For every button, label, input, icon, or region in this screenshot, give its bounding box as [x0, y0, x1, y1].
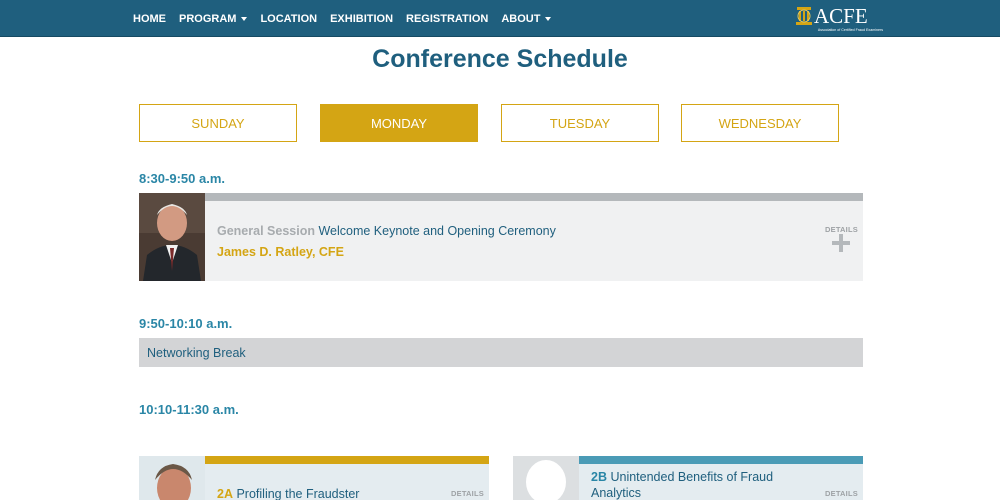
speaker-name[interactable]: James D. Ratley, CFE [217, 245, 344, 259]
logo-subtitle: Association of Certified Fraud Examiners [817, 28, 883, 32]
nav-home[interactable]: HOME [133, 13, 166, 25]
logo-text: ACFE [814, 4, 868, 28]
tab-tuesday-label: TUESDAY [549, 115, 611, 131]
avatar-placeholder-icon [513, 456, 579, 500]
session-title-text: Unintended Benefits of Fraud Analytics [591, 470, 774, 500]
acfe-emblem-icon [796, 7, 812, 25]
session-title-text: Profiling the Fraudster [236, 487, 360, 500]
nav-about[interactable]: ABOUT [501, 12, 552, 25]
details-button[interactable]: DETAILS [825, 489, 858, 498]
speaker-photo-placeholder [513, 456, 579, 500]
nav-exhibition-label: EXHIBITION [330, 12, 394, 25]
chevron-down-icon [241, 16, 248, 21]
tab-monday-label: MONDAY [370, 115, 428, 131]
details-button[interactable]: DETAILS [451, 489, 484, 498]
speaker-photo [139, 456, 205, 500]
networking-break-bar: Networking Break [139, 338, 863, 367]
speaker-portrait [139, 456, 205, 500]
time-slot-heading: 8:30-9:50 a.m. [139, 171, 225, 186]
page-title: Conference Schedule [372, 45, 628, 73]
session-bar [205, 456, 489, 464]
time-slot-heading: 9:50-10:10 a.m. [139, 316, 233, 331]
time-slot-heading: 10:10-11:30 a.m. [139, 402, 239, 417]
details-button[interactable]: DETAILS [825, 225, 858, 252]
nav-location-label: LOCATION [260, 12, 318, 25]
session-title-text: Welcome Keynote and Opening Ceremony [318, 224, 556, 238]
plus-icon [832, 234, 851, 252]
session-code: 2A [217, 487, 233, 500]
tab-sunday[interactable]: SUNDAY [139, 104, 297, 142]
speaker-portrait [139, 193, 205, 281]
details-label: DETAILS [451, 489, 484, 498]
session-title[interactable]: 2A Profiling the Fraudster [217, 486, 359, 500]
nav-exhibition[interactable]: EXHIBITION [330, 13, 393, 25]
nav-home-label: HOME [133, 12, 166, 25]
session-bar [139, 193, 863, 201]
tab-wednesday[interactable]: WEDNESDAY [681, 104, 839, 142]
tab-monday[interactable]: MONDAY [320, 104, 478, 142]
session-card-2a[interactable]: 2A Profiling the Fraudster DETAILS [139, 456, 489, 500]
nav-registration-label: REGISTRATION [406, 12, 489, 25]
session-code: 2B [591, 470, 607, 484]
tab-wednesday-label: WEDNESDAY [718, 115, 802, 131]
nav-program[interactable]: PROGRAM [179, 12, 248, 25]
acfe-logo[interactable]: ACFE Association of Certified Fraud Exam… [793, 3, 883, 35]
details-label: DETAILS [825, 489, 858, 498]
main-nav: HOME PROGRAM LOCATION EXHIBITION REGISTR… [133, 0, 564, 37]
session-title[interactable]: General Session Welcome Keynote and Open… [217, 224, 556, 238]
details-label: DETAILS [825, 225, 858, 234]
nav-program-label: PROGRAM [179, 12, 237, 25]
nav-registration[interactable]: REGISTRATION [406, 13, 488, 25]
session-bar [579, 456, 863, 464]
nav-location[interactable]: LOCATION [260, 13, 317, 25]
session-title[interactable]: 2B Unintended Benefits of Fraud Analytic… [591, 469, 821, 500]
top-nav-bar: HOME PROGRAM LOCATION EXHIBITION REGISTR… [0, 0, 1000, 37]
session-card-2b[interactable]: 2B Unintended Benefits of Fraud Analytic… [513, 456, 863, 500]
session-type: General Session [217, 224, 315, 238]
speaker-photo [139, 193, 205, 281]
session-card-keynote[interactable]: General Session Welcome Keynote and Open… [139, 193, 863, 281]
tab-tuesday[interactable]: TUESDAY [501, 104, 659, 142]
chevron-down-icon [545, 16, 552, 21]
break-label: Networking Break [147, 345, 246, 360]
nav-about-label: ABOUT [501, 12, 541, 25]
tab-sunday-label: SUNDAY [191, 115, 245, 131]
